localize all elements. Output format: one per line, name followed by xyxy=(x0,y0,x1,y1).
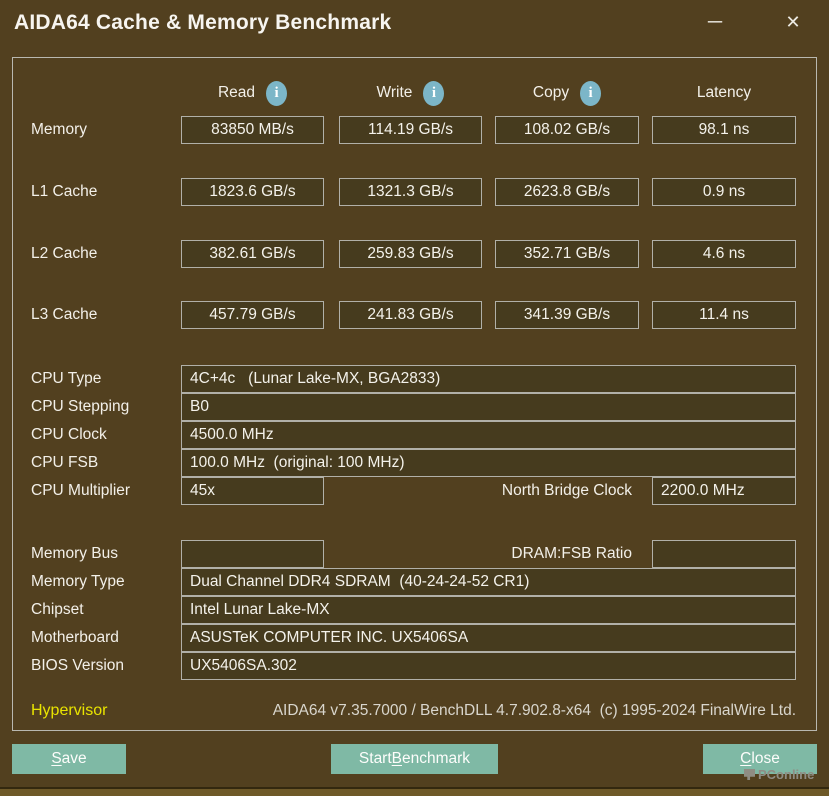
l2-read-value: 382.61 GB/s xyxy=(181,240,324,268)
bios-version-value: UX5406SA.302 xyxy=(181,652,796,680)
cpu-fsb-label: CPU FSB xyxy=(31,454,99,471)
pconline-watermark: PConline xyxy=(744,767,814,782)
pconline-logo-icon xyxy=(744,769,755,780)
memory-bus-label: Memory Bus xyxy=(31,545,118,562)
copy-header-label: Copy xyxy=(532,84,570,101)
l2-latency-value: 4.6 ns xyxy=(652,240,796,268)
aida64-benchmark-window: AIDA64 Cache & Memory Benchmark ─ ✕ Read… xyxy=(0,0,829,796)
benchmark-panel: Read i Write i Copy i Latency Memory 838… xyxy=(12,57,817,731)
minimize-icon[interactable]: ─ xyxy=(698,6,732,38)
memory-type-value: Dual Channel DDR4 SDRAM (40-24-24-52 CR1… xyxy=(181,568,796,596)
l3-row-label: L3 Cache xyxy=(31,306,98,323)
info-icon[interactable]: i xyxy=(266,80,288,106)
chipset-label: Chipset xyxy=(31,601,84,618)
cpu-clock-value: 4500.0 MHz xyxy=(181,421,796,449)
window-bottom-edge xyxy=(0,787,829,796)
memory-copy-value: 108.02 GB/s xyxy=(495,116,639,144)
l3-latency-value: 11.4 ns xyxy=(652,301,796,329)
close-icon[interactable]: ✕ xyxy=(776,6,810,38)
l1-latency-value: 0.9 ns xyxy=(652,178,796,206)
l3-copy-value: 341.39 GB/s xyxy=(495,301,639,329)
l3-write-value: 241.83 GB/s xyxy=(339,301,482,329)
north-bridge-clock-label: North Bridge Clock xyxy=(501,482,632,499)
write-header-label: Write xyxy=(376,84,413,101)
memory-row-label: Memory xyxy=(31,121,87,138)
pconline-watermark-text: PConline xyxy=(758,767,815,782)
memory-latency-value: 98.1 ns xyxy=(652,116,796,144)
cpu-type-label: CPU Type xyxy=(31,370,102,387)
column-header-read: Read i xyxy=(181,78,324,108)
read-header-label: Read xyxy=(217,84,256,101)
save-button[interactable]: Save xyxy=(12,744,126,774)
motherboard-label: Motherboard xyxy=(31,629,119,646)
memory-type-label: Memory Type xyxy=(31,573,125,590)
window-title: AIDA64 Cache & Memory Benchmark xyxy=(14,11,392,34)
bios-version-label: BIOS Version xyxy=(31,657,125,674)
hypervisor-label: Hypervisor xyxy=(31,702,108,719)
column-header-write: Write i xyxy=(339,78,482,108)
column-header-latency: Latency xyxy=(652,78,796,108)
cpu-fsb-value: 100.0 MHz (original: 100 MHz) xyxy=(181,449,796,477)
l1-write-value: 1321.3 GB/s xyxy=(339,178,482,206)
memory-bus-value xyxy=(181,540,324,568)
memory-write-value: 114.19 GB/s xyxy=(339,116,482,144)
memory-read-value: 83850 MB/s xyxy=(181,116,324,144)
north-bridge-clock-value: 2200.0 MHz xyxy=(652,477,796,505)
column-header-copy: Copy i xyxy=(495,78,639,108)
cpu-multiplier-label: CPU Multiplier xyxy=(31,482,131,499)
cpu-clock-label: CPU Clock xyxy=(31,426,107,443)
cpu-type-value: 4C+4c (Lunar Lake-MX, BGA2833) xyxy=(181,365,796,393)
l1-copy-value: 2623.8 GB/s xyxy=(495,178,639,206)
l1-read-value: 1823.6 GB/s xyxy=(181,178,324,206)
cpu-stepping-value: B0 xyxy=(181,393,796,421)
cpu-multiplier-value: 45x xyxy=(181,477,324,505)
cpu-stepping-label: CPU Stepping xyxy=(31,398,130,415)
motherboard-value: ASUSTeK COMPUTER INC. UX5406SA xyxy=(181,624,796,652)
dram-fsb-ratio-value xyxy=(652,540,796,568)
l2-copy-value: 352.71 GB/s xyxy=(495,240,639,268)
dram-fsb-ratio-label: DRAM:FSB Ratio xyxy=(511,545,632,562)
version-text: AIDA64 v7.35.7000 / BenchDLL 4.7.902.8-x… xyxy=(272,702,796,719)
l2-write-value: 259.83 GB/s xyxy=(339,240,482,268)
l3-read-value: 457.79 GB/s xyxy=(181,301,324,329)
l1-row-label: L1 Cache xyxy=(31,183,98,200)
l2-row-label: L2 Cache xyxy=(31,245,98,262)
chipset-value: Intel Lunar Lake-MX xyxy=(181,596,796,624)
latency-header-label: Latency xyxy=(696,84,752,101)
info-icon[interactable]: i xyxy=(423,80,445,106)
start-benchmark-button[interactable]: Start Benchmark xyxy=(331,744,498,774)
info-icon[interactable]: i xyxy=(580,80,602,106)
